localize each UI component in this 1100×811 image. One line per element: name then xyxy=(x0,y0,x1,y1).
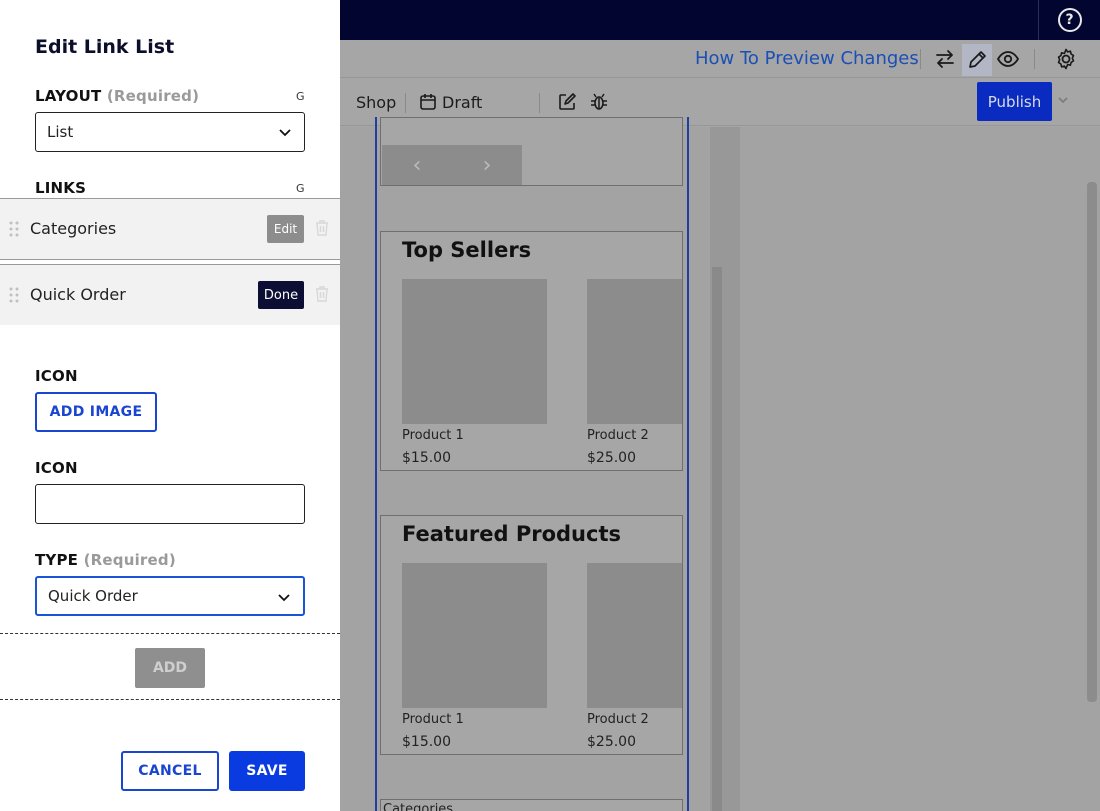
divider xyxy=(405,93,406,113)
product-name[interactable]: Product 1 xyxy=(402,428,464,443)
edit-square-icon[interactable] xyxy=(556,91,578,113)
chevron-right-icon[interactable]: › xyxy=(483,153,492,178)
section-title: Categories xyxy=(383,802,454,811)
sub-header: How To Preview Changes xyxy=(340,40,1100,78)
done-button[interactable]: Done xyxy=(258,281,304,309)
scroll-thumb[interactable] xyxy=(1087,182,1097,702)
top-sellers-card: Top Sellers Product 1 $15.00 Product 2 $… xyxy=(380,231,683,471)
grip-icon[interactable] xyxy=(9,221,19,241)
product-price: $15.00 xyxy=(402,734,451,750)
type-label: TYPE (Required) xyxy=(35,551,176,569)
divider xyxy=(920,49,921,69)
scroll-thumb[interactable] xyxy=(712,267,722,811)
divider xyxy=(0,259,340,260)
product-price: $25.00 xyxy=(587,450,636,466)
edit-button[interactable]: Edit xyxy=(267,215,304,243)
global-marker: G xyxy=(296,90,305,103)
divider xyxy=(539,93,540,113)
product-price: $15.00 xyxy=(402,450,451,466)
preview-changes-link[interactable]: How To Preview Changes xyxy=(695,48,919,69)
trash-icon[interactable] xyxy=(314,219,330,241)
product-name[interactable]: Product 1 xyxy=(402,712,464,727)
calendar-icon xyxy=(418,92,438,112)
shop-link[interactable]: Shop xyxy=(356,93,396,112)
type-select-value: Quick Order xyxy=(48,587,138,605)
divider xyxy=(1034,49,1035,69)
link-item-label: Quick Order xyxy=(30,285,126,304)
layout-label: LAYOUT (Required) xyxy=(35,87,200,105)
eye-icon[interactable] xyxy=(994,46,1022,72)
product-name[interactable]: Product 2 xyxy=(587,428,649,443)
pencil-icon[interactable] xyxy=(962,44,992,76)
icon-image-label: ICON xyxy=(35,367,78,385)
icon-text-label: ICON xyxy=(35,459,78,477)
save-button[interactable]: SAVE xyxy=(229,751,305,791)
chevron-down-icon xyxy=(277,590,291,608)
edit-link-list-panel: Edit Link List LAYOUT (Required) G List … xyxy=(0,0,340,811)
add-button[interactable]: ADD xyxy=(135,648,205,688)
draft-status[interactable]: Draft xyxy=(442,93,482,112)
bug-icon[interactable] xyxy=(588,91,610,113)
swap-icon[interactable] xyxy=(932,46,958,72)
chevron-left-icon[interactable]: ‹ xyxy=(413,153,422,178)
carousel-controls: ‹ › xyxy=(382,145,522,185)
links-label: LINKS xyxy=(35,179,87,197)
product-image[interactable] xyxy=(587,563,682,708)
section-title: Featured Products xyxy=(402,522,621,546)
carousel-card: ‹ › xyxy=(380,117,683,186)
divider xyxy=(0,699,340,700)
panel-title: Edit Link List xyxy=(35,36,175,58)
preview-canvas: ‹ › Top Sellers Product 1 $15.00 Product… xyxy=(340,117,1100,811)
help-button[interactable]: ? xyxy=(1038,0,1100,40)
grip-icon[interactable] xyxy=(9,287,19,307)
chevron-down-icon xyxy=(278,125,292,143)
product-image[interactable] xyxy=(587,279,682,424)
link-item-label: Categories xyxy=(30,219,117,238)
frame-scrollbar[interactable] xyxy=(710,127,740,811)
layout-select[interactable]: List xyxy=(35,112,305,152)
trash-icon[interactable] xyxy=(314,285,330,307)
icon-text-input[interactable] xyxy=(35,484,305,524)
divider xyxy=(0,633,340,634)
product-image[interactable] xyxy=(402,563,547,708)
type-select[interactable]: Quick Order xyxy=(35,576,305,616)
link-item-quick-order[interactable]: Quick Order Done xyxy=(0,265,340,325)
gear-icon[interactable] xyxy=(1052,45,1080,73)
layout-select-value: List xyxy=(47,123,74,141)
product-image[interactable] xyxy=(402,279,547,424)
chevron-down-icon[interactable] xyxy=(1056,92,1070,111)
link-item-categories[interactable]: Categories Edit xyxy=(0,199,340,259)
categories-card: Categories xyxy=(380,799,683,811)
global-marker: G xyxy=(296,182,305,195)
section-title: Top Sellers xyxy=(402,238,532,262)
product-name[interactable]: Product 2 xyxy=(587,712,649,727)
help-icon: ? xyxy=(1057,8,1082,32)
product-price: $25.00 xyxy=(587,734,636,750)
featured-products-card: Featured Products Product 1 $15.00 Produ… xyxy=(380,515,683,755)
add-image-button[interactable]: ADD IMAGE xyxy=(35,392,157,432)
publish-button[interactable]: Publish xyxy=(977,82,1052,121)
page-scrollbar[interactable] xyxy=(1084,127,1100,811)
cancel-button[interactable]: CANCEL xyxy=(121,751,219,791)
